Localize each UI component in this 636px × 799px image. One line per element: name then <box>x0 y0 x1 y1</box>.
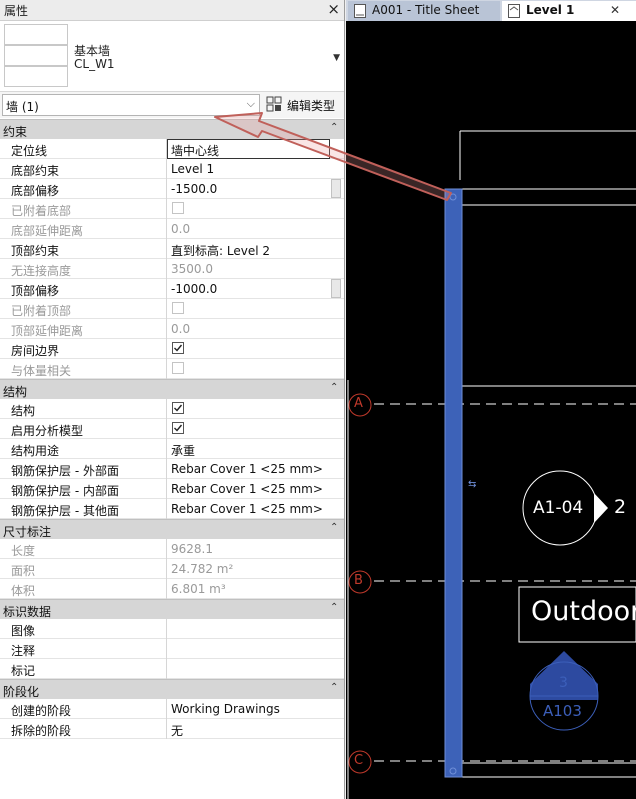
annotation-arrow <box>214 112 452 201</box>
